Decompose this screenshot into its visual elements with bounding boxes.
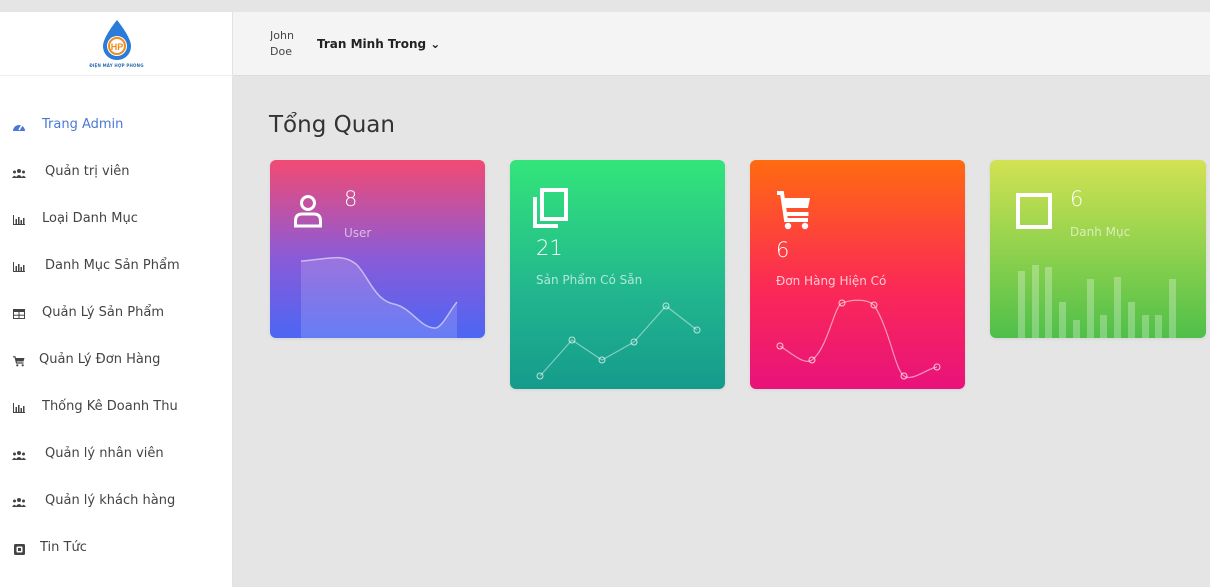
cart-icon	[777, 191, 810, 230]
square-icon	[1016, 193, 1052, 229]
users-icon	[12, 448, 26, 462]
cart-icon	[12, 354, 26, 368]
user-trend-sparkline	[300, 256, 458, 338]
category-bar-sparkline	[1018, 265, 1176, 338]
page-title: Tổng Quan	[269, 112, 395, 138]
bar-chart-icon	[12, 401, 26, 415]
sidebar-item-quan-ly-khach-hang[interactable]: Quản lý khách hàng	[0, 480, 232, 524]
product-label: Sản Phẩm Có Sẵn	[536, 273, 643, 287]
logo-caption: ĐIỆN MÁY HỢP PHONG	[89, 63, 144, 68]
top-bar: John Doe Tran Minh Trong ⌄	[233, 12, 1210, 76]
stat-card-products[interactable]: 21 Sản Phẩm Có Sẵn	[510, 160, 725, 389]
user-count: 8	[344, 187, 358, 211]
stat-card-users[interactable]: 8 User	[270, 160, 485, 338]
users-icon	[12, 166, 26, 180]
order-count: 6	[776, 238, 790, 262]
sidebar-item-tin-tuc[interactable]: Tin Tức	[0, 527, 232, 571]
user-menu[interactable]: Tran Minh Trong ⌄	[317, 37, 440, 51]
sidebar-item-thong-ke-doanh-thu[interactable]: Thống Kê Doanh Thu	[0, 386, 232, 430]
sidebar-item-label: Loại Danh Mục	[42, 211, 138, 226]
sidebar-item-label: Quản lý nhân viên	[45, 446, 164, 461]
sidebar-item-quan-tri-vien[interactable]: Quản trị viên	[0, 151, 232, 195]
water-drop-logo-icon: HP	[102, 20, 131, 60]
sidebar-item-label: Quản Lý Đơn Hàng	[39, 352, 161, 367]
stat-card-orders[interactable]: 6 Đơn Hàng Hiện Có	[750, 160, 965, 389]
bar-chart-icon	[12, 213, 26, 227]
product-count: 21	[536, 236, 563, 260]
stat-card-categories[interactable]: 6 Danh Mục	[990, 160, 1206, 338]
sidebar-item-danh-muc-san-pham[interactable]: Danh Mục Sản Phẩm	[0, 245, 232, 289]
chevron-down-icon: ⌄	[430, 37, 441, 51]
user-label: User	[344, 226, 372, 240]
copy-icon	[533, 188, 568, 228]
sidebar-item-loai-danh-muc[interactable]: Loại Danh Mục	[0, 198, 232, 242]
dashboard-icon	[12, 119, 26, 133]
sidebar-item-trang-admin[interactable]: Trang Admin	[0, 104, 232, 148]
category-count: 6	[1070, 187, 1084, 211]
sidebar-item-label: Quản trị viên	[45, 164, 130, 179]
sidebar-item-label: Trang Admin	[42, 117, 124, 132]
users-icon	[12, 495, 26, 509]
bar-chart-icon	[12, 260, 26, 274]
sidebar-item-label: Quản lý khách hàng	[45, 493, 176, 508]
news-icon	[12, 542, 26, 556]
sidebar-item-label: Quản Lý Sản Phẩm	[42, 305, 164, 320]
sidebar-item-quan-ly-san-pham[interactable]: Quản Lý Sản Phẩm	[0, 292, 232, 336]
header-left-text: John Doe	[270, 29, 294, 58]
category-label: Danh Mục	[1070, 225, 1131, 239]
sidebar-item-label: Thống Kê Doanh Thu	[42, 399, 178, 414]
sidebar-item-label: Danh Mục Sản Phẩm	[45, 258, 180, 273]
logo-initials: HP	[110, 42, 123, 52]
user-name: Tran Minh Trong	[317, 37, 427, 51]
order-label: Đơn Hàng Hiện Có	[776, 274, 887, 288]
sidebar-item-quan-ly-nhan-vien[interactable]: Quản lý nhân viên	[0, 433, 232, 477]
sidebar: HP ĐIỆN MÁY HỢP PHONG Trang Admin Quản t…	[0, 12, 233, 587]
sidebar-item-quan-ly-don-hang[interactable]: Quản Lý Đơn Hàng	[0, 339, 232, 383]
table-icon	[12, 307, 26, 321]
logo[interactable]: HP ĐIỆN MÁY HỢP PHONG	[0, 12, 233, 76]
user-icon	[294, 195, 322, 228]
sidebar-item-label: Tin Tức	[40, 540, 87, 555]
